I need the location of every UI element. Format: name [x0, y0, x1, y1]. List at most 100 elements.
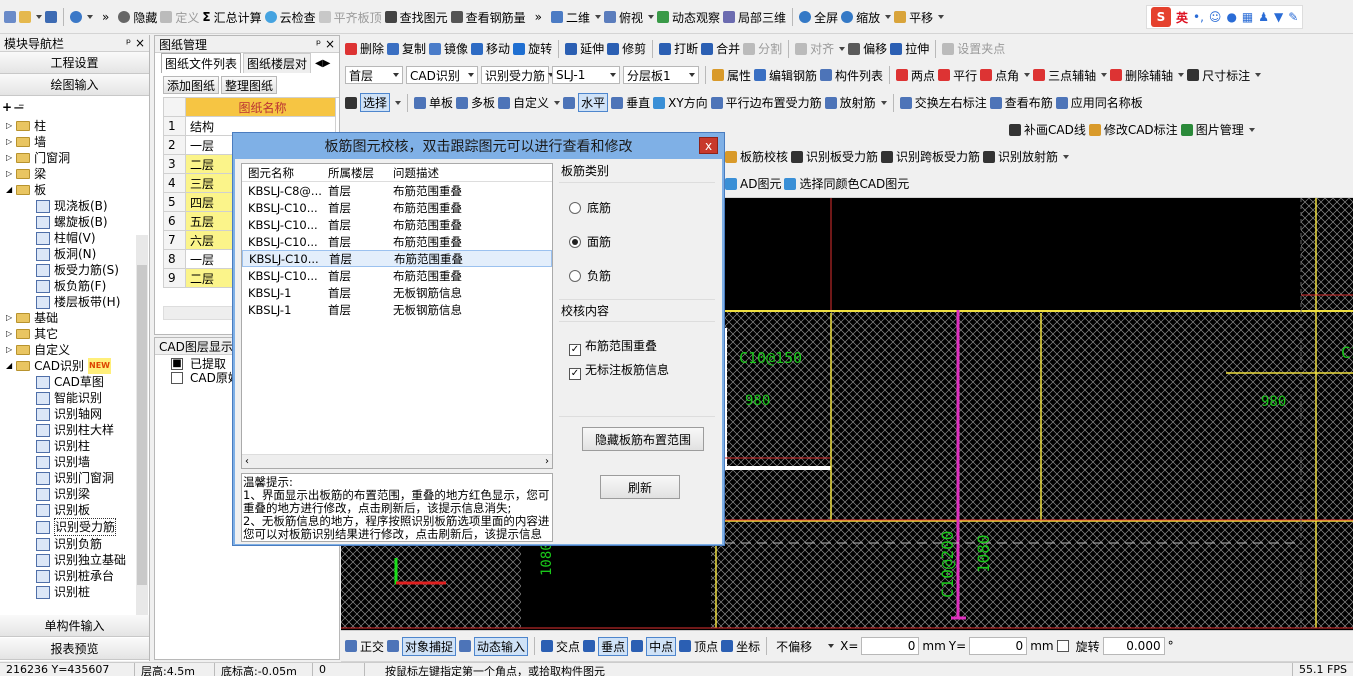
- canvas-rebar-label[interactable]: 980: [1261, 394, 1286, 410]
- tb-hide[interactable]: 隐藏: [133, 9, 157, 26]
- ime-user-icon[interactable]: ♟: [1258, 10, 1269, 24]
- toolbar3-item-0[interactable]: 属性: [727, 67, 751, 84]
- toolbar4-item-9[interactable]: 交换左右标注: [915, 94, 987, 111]
- nav-tree-item[interactable]: 识别梁: [2, 486, 149, 502]
- check-result-row[interactable]: KBSLJ-C8@... 首层 布筋范围重叠: [242, 182, 552, 199]
- nav-report-preview[interactable]: 报表预览: [0, 638, 149, 660]
- toolbar2-item-12[interactable]: 拉伸: [905, 40, 929, 57]
- snap-item-5[interactable]: 中点: [646, 636, 677, 656]
- toolbar2-item-5[interactable]: 延伸: [580, 40, 604, 57]
- toolbar2-item-13[interactable]: 设置夹点: [957, 40, 1005, 57]
- tb-full[interactable]: 全屏: [814, 9, 838, 26]
- tb-2d[interactable]: 二维: [566, 9, 590, 26]
- nav-tree-item[interactable]: CAD草图: [2, 374, 149, 390]
- toolbar2-item-3[interactable]: 移动: [486, 40, 510, 57]
- nav-expand-collapse[interactable]: + ⁻̶: [0, 96, 149, 118]
- toolbar3-item-7[interactable]: 删除辅轴: [1125, 67, 1173, 84]
- expand-arrow-icon[interactable]: ▷: [6, 326, 12, 342]
- x-input[interactable]: 0: [861, 637, 920, 655]
- category-radio[interactable]: 底筋: [569, 191, 703, 225]
- expand-arrow-icon[interactable]: ◢: [6, 358, 12, 374]
- radio-icon[interactable]: [569, 202, 581, 214]
- checkbox-checked-icon[interactable]: ✓: [569, 344, 581, 356]
- tab-drawing-files[interactable]: 图纸文件列表: [161, 53, 242, 73]
- nav-tree-item[interactable]: 识别桩: [2, 584, 149, 600]
- nav-project-settings[interactable]: 工程设置: [0, 52, 149, 74]
- toolbar2-item-0[interactable]: 删除: [360, 40, 384, 57]
- toolbar2-item-2[interactable]: 镜像: [444, 40, 468, 57]
- tb-flat[interactable]: 平齐板顶: [334, 9, 382, 26]
- arrange-drawing-button[interactable]: 整理图纸: [221, 76, 277, 94]
- toolbar4-item-0[interactable]: 选择: [360, 93, 391, 112]
- nav-tree-item[interactable]: ▷ 柱: [2, 118, 149, 134]
- nav-tree-item[interactable]: 识别墙: [2, 454, 149, 470]
- tb-cloud[interactable]: 云检查: [280, 9, 316, 26]
- check-result-row[interactable]: KBSLJ-C10... 首层 布筋范围重叠: [242, 216, 552, 233]
- nav-tree-item[interactable]: 现浇板(B): [2, 198, 149, 214]
- tb-define[interactable]: 定义: [175, 9, 199, 26]
- col-element-name[interactable]: 图元名称: [242, 165, 322, 181]
- col-issue[interactable]: 问题描述: [387, 165, 552, 181]
- type-select[interactable]: 识别受力筋: [481, 66, 555, 84]
- dialog-close-button[interactable]: x: [699, 137, 718, 154]
- hide-range-button[interactable]: 隐藏板筋布置范围: [582, 427, 704, 451]
- expand-arrow-icon[interactable]: ▷: [6, 310, 12, 326]
- layer-select[interactable]: 分层板1: [623, 66, 699, 84]
- toolbar6-item-2[interactable]: 识别跨板受力筋: [896, 148, 980, 165]
- tb-qty[interactable]: 查看钢筋量: [466, 9, 526, 26]
- ime-emoji-icon[interactable]: ☺: [1209, 10, 1222, 24]
- snap-item-7[interactable]: 坐标: [736, 638, 760, 655]
- sogou-icon[interactable]: S: [1151, 7, 1171, 27]
- toolbar6-item-3[interactable]: 识别放射筋: [998, 148, 1058, 165]
- save-icon[interactable]: [45, 11, 57, 23]
- ime-lang[interactable]: 英: [1176, 9, 1188, 26]
- toolbar4-item-2[interactable]: 多板: [471, 94, 495, 111]
- radio-icon[interactable]: [569, 270, 581, 282]
- canvas-rebar-label[interactable]: C1: [1341, 343, 1353, 362]
- toolbar4-item-8[interactable]: 放射筋: [840, 94, 876, 111]
- nav-tree-item[interactable]: 识别柱大样: [2, 422, 149, 438]
- offset-select[interactable]: 不偏移: [773, 637, 837, 655]
- list-hscroll[interactable]: ‹ ›: [242, 454, 552, 468]
- undo-icon[interactable]: [70, 11, 82, 23]
- ime-punct-icon[interactable]: •,: [1193, 10, 1204, 24]
- toolbar4-item-7[interactable]: 平行边布置受力筋: [726, 94, 822, 111]
- toolbar3-item-3[interactable]: 两点: [911, 67, 935, 84]
- y-input[interactable]: 0: [969, 637, 1028, 655]
- nav-tree-item[interactable]: ▷ 门窗洞: [2, 150, 149, 166]
- add-drawing-button[interactable]: 添加图纸: [163, 76, 219, 94]
- toolbar4-item-11[interactable]: 应用同名称板: [1071, 94, 1143, 111]
- toolbar4-item-10[interactable]: 查看布筋: [1005, 94, 1053, 111]
- nav-tree-item[interactable]: 识别柱: [2, 438, 149, 454]
- canvas-rebar-label[interactable]: 980: [745, 393, 770, 409]
- ime-voice-icon[interactable]: ●: [1226, 10, 1236, 24]
- toolbar4-item-6[interactable]: XY方向: [668, 94, 708, 111]
- ime-tools-icon[interactable]: ✎: [1288, 10, 1298, 24]
- toolbar3-item-2[interactable]: 构件列表: [835, 67, 883, 84]
- toolbar4-item-1[interactable]: 单板: [429, 94, 453, 111]
- expand-arrow-icon[interactable]: ▷: [6, 166, 12, 182]
- toolbar5-item-2[interactable]: 图片管理: [1196, 121, 1244, 138]
- check-result-row[interactable]: KBSLJ-C10... 首层 布筋范围重叠: [242, 250, 552, 267]
- checkbox-checked-icon[interactable]: ✓: [569, 368, 581, 380]
- nav-single-component[interactable]: 单构件输入: [0, 615, 149, 637]
- check-result-row[interactable]: KBSLJ-1 首层 无板钢筋信息: [242, 301, 552, 318]
- check-result-row[interactable]: KBSLJ-C10... 首层 布筋范围重叠: [242, 233, 552, 250]
- expand-arrow-icon[interactable]: ▷: [6, 342, 12, 358]
- nav-tree-item[interactable]: 识别受力筋: [2, 518, 149, 536]
- nav-tree-item[interactable]: ▷ 梁: [2, 166, 149, 182]
- nav-tree-item[interactable]: ◢ 板: [2, 182, 149, 198]
- nav-scrollbar[interactable]: [136, 235, 148, 615]
- rotate-input[interactable]: 0.000: [1102, 637, 1165, 655]
- tab-drawing-floors[interactable]: 图纸楼层对: [243, 53, 312, 73]
- check-result-row[interactable]: KBSLJ-1 首层 无板钢筋信息: [242, 284, 552, 301]
- snap-item-4[interactable]: 垂点: [598, 636, 629, 656]
- tb-find[interactable]: 查找图元: [400, 9, 448, 26]
- nav-tree-item[interactable]: ◢ CAD识别 NEW: [2, 358, 149, 374]
- content-checkbox[interactable]: ✓ 布筋范围重叠: [569, 334, 703, 358]
- toolbar5-item-1[interactable]: 修改CAD标注: [1104, 121, 1178, 138]
- tb-zoom[interactable]: 缩放: [856, 9, 880, 26]
- nav-tree-item[interactable]: ▷ 基础: [2, 310, 149, 326]
- toolbar2-item-7[interactable]: 打断: [674, 40, 698, 57]
- new-file-icon[interactable]: [4, 11, 16, 23]
